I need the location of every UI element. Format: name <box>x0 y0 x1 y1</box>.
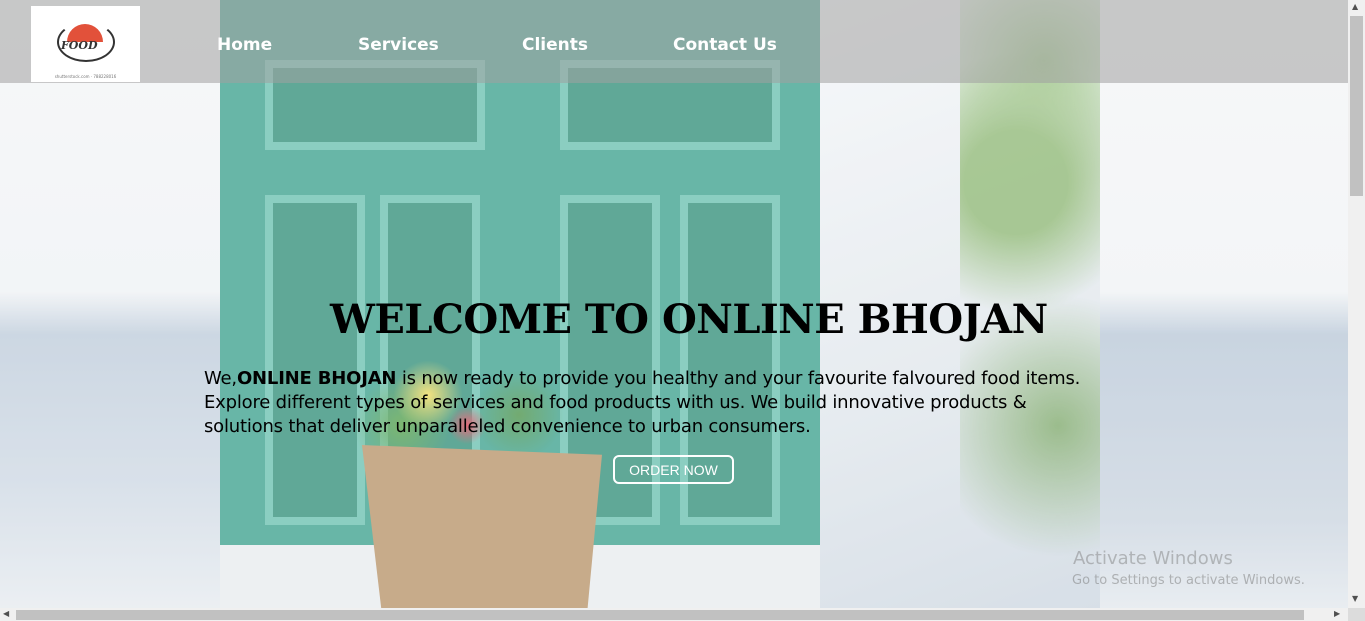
hero-title: WELCOME TO ONLINE BHOJAN <box>330 296 1048 343</box>
scroll-up-icon[interactable]: ▲ <box>1352 2 1358 11</box>
activate-windows-subtitle: Go to Settings to activate Windows. <box>1072 573 1305 588</box>
food-delivery-logo[interactable]: FOOD shutterstock.com · 788228016 <box>31 6 140 82</box>
scroll-right-icon[interactable]: ▶ <box>1334 609 1340 618</box>
brand-name: ONLINE BHOJAN <box>236 368 397 389</box>
scroll-down-icon[interactable]: ▼ <box>1352 594 1358 603</box>
activate-windows-title: Activate Windows <box>1073 548 1233 569</box>
nav-home[interactable]: Home <box>217 35 272 55</box>
top-navbar: FOOD shutterstock.com · 788228016 Home S… <box>0 0 1348 83</box>
vertical-scroll-thumb[interactable] <box>1350 16 1363 196</box>
para-prefix: We, <box>204 368 237 389</box>
horizontal-scrollbar[interactable]: ◀ ▶ <box>0 608 1348 621</box>
nav-contact-us[interactable]: Contact Us <box>673 35 777 55</box>
logo-text: FOOD <box>61 39 98 52</box>
logo-caption: shutterstock.com · 788228016 <box>54 74 117 79</box>
horizontal-scroll-thumb[interactable] <box>16 610 1304 620</box>
scrollbar-corner <box>1348 608 1365 621</box>
scroll-left-icon[interactable]: ◀ <box>3 609 9 618</box>
vertical-scrollbar[interactable]: ▲ ▼ <box>1348 0 1365 608</box>
nav-services[interactable]: Services <box>358 35 439 55</box>
nav-clients[interactable]: Clients <box>522 35 588 55</box>
hero-description: We,ONLINE BHOJAN is now ready to provide… <box>204 367 1104 439</box>
order-now-button[interactable]: ORDER NOW <box>613 455 734 484</box>
